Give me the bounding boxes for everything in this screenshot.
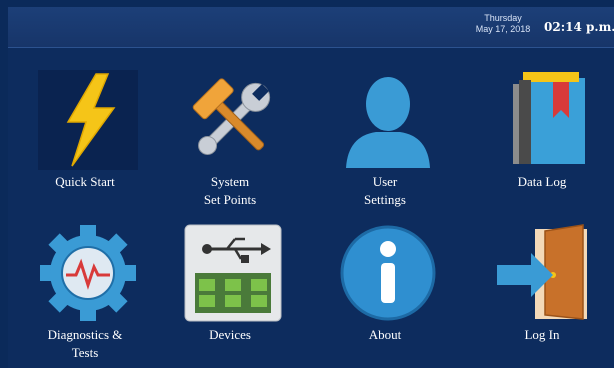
log-in-button[interactable]: Log In bbox=[477, 223, 607, 368]
log-in-label: Log In bbox=[524, 327, 560, 342]
data-log-label: Data Log bbox=[517, 174, 567, 189]
gear-monitor-icon bbox=[40, 225, 136, 321]
book-icon bbox=[513, 72, 585, 164]
user-settings-button[interactable]: User Settings bbox=[320, 70, 450, 220]
system-set-points-label: System Set Points bbox=[203, 174, 257, 207]
screen: Thursday May 17, 2018 02:14 p.m. Quick S… bbox=[8, 7, 614, 368]
data-log-button[interactable]: Data Log bbox=[477, 70, 607, 220]
info-icon bbox=[340, 225, 436, 321]
date-label: May 17, 2018 bbox=[475, 24, 531, 34]
diagnostics-tests-button[interactable]: Diagnostics & Tests bbox=[20, 223, 150, 368]
quick-start-button[interactable]: Quick Start bbox=[20, 70, 150, 220]
user-icon bbox=[346, 77, 430, 168]
lightning-icon bbox=[38, 70, 138, 170]
usb-device-icon bbox=[184, 224, 282, 322]
door-login-icon bbox=[497, 224, 587, 320]
about-button[interactable]: About bbox=[320, 223, 450, 368]
devices-button[interactable]: Devices bbox=[165, 223, 295, 368]
tools-icon bbox=[192, 78, 271, 155]
devices-label: Devices bbox=[209, 327, 251, 342]
user-settings-label: User Settings bbox=[364, 174, 406, 207]
about-label: About bbox=[368, 327, 402, 342]
status-bar: Thursday May 17, 2018 02:14 p.m. bbox=[8, 7, 614, 48]
quick-start-label: Quick Start bbox=[55, 174, 115, 189]
system-set-points-button[interactable]: System Set Points bbox=[165, 70, 295, 220]
clock: 02:14 p.m. bbox=[544, 20, 614, 34]
date-display: Thursday May 17, 2018 bbox=[463, 13, 543, 35]
day-label: Thursday bbox=[484, 13, 522, 23]
diagnostics-tests-label: Diagnostics & Tests bbox=[47, 327, 123, 360]
